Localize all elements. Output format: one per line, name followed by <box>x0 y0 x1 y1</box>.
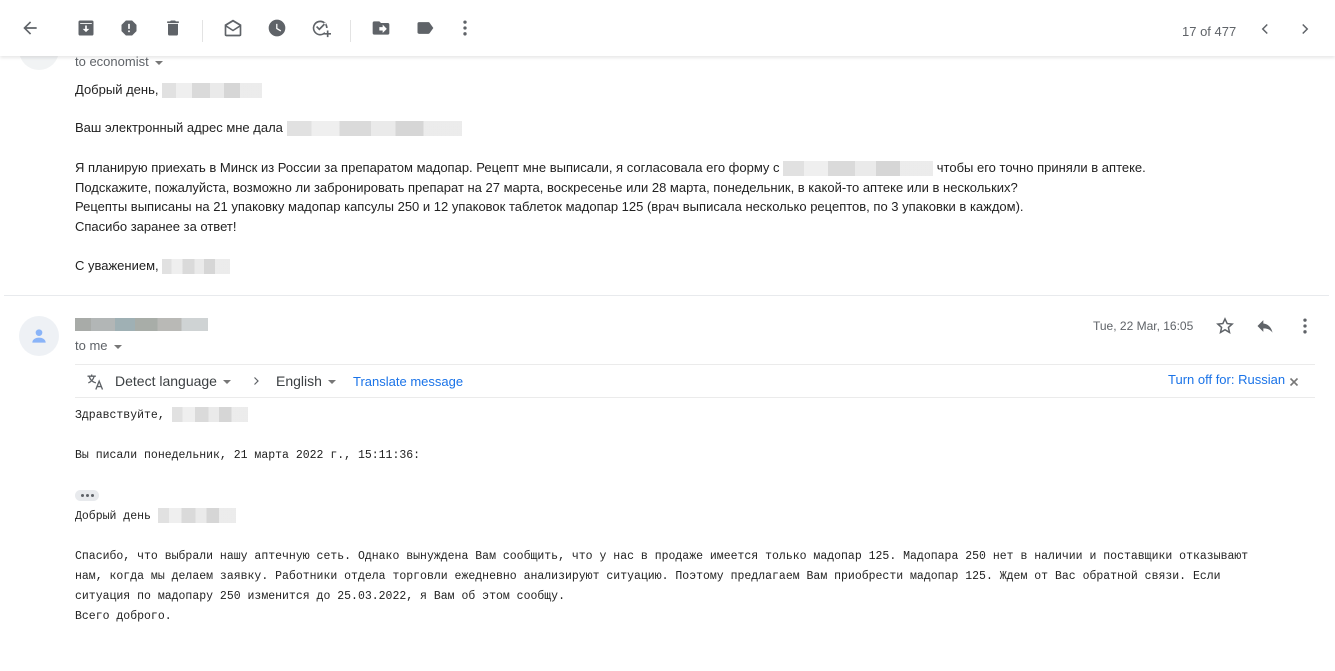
show-trimmed-content-button[interactable] <box>75 490 99 501</box>
redacted-name <box>171 407 248 423</box>
redacted-name <box>157 508 236 524</box>
move-to-button[interactable] <box>369 16 393 40</box>
more-vertical-icon <box>463 20 467 36</box>
archive-icon <box>78 20 94 36</box>
message1-paragraph: Я планирую приехать в Минск из России за… <box>75 160 1146 177</box>
redacted-source <box>286 121 462 137</box>
message2-body-line: ситуация по мадопару 250 изменится до 25… <box>75 590 565 603</box>
recipient-details-toggle[interactable]: to me <box>75 338 122 353</box>
source-language-select[interactable]: Detect language <box>115 373 231 389</box>
add-to-tasks-button[interactable] <box>309 16 333 40</box>
star-button[interactable] <box>1214 315 1236 337</box>
mark-unread-icon <box>224 19 242 37</box>
redacted-sender-name[interactable] <box>75 318 208 331</box>
report-spam-icon <box>121 20 137 36</box>
more-options-button[interactable] <box>453 16 477 40</box>
add-task-icon <box>312 20 331 38</box>
toolbar-divider <box>202 20 203 42</box>
recipient-line: to me <box>75 338 108 353</box>
target-language-select[interactable]: English <box>276 373 336 389</box>
older-button[interactable] <box>1296 20 1314 38</box>
back-button[interactable] <box>18 16 42 40</box>
message1-paragraph: Спасибо заранее за ответ! <box>75 219 237 234</box>
recipient-details-toggle[interactable]: to economist <box>75 54 163 69</box>
mark-unread-button[interactable] <box>221 16 245 40</box>
more-options-button[interactable] <box>1294 315 1316 337</box>
caret-down-icon <box>113 344 122 349</box>
report-spam-button[interactable] <box>117 16 141 40</box>
message2-greeting: Здравствуйте, <box>75 406 248 426</box>
dot <box>85 494 89 497</box>
close-icon[interactable] <box>1289 377 1299 387</box>
pagination-count: 17 of 477 <box>1182 24 1237 39</box>
more-vertical-icon <box>1303 318 1307 334</box>
sender-avatar[interactable] <box>19 316 59 356</box>
chevron-right-icon <box>254 377 259 385</box>
labels-button[interactable] <box>413 16 437 40</box>
caret-down-icon <box>154 60 163 65</box>
reply-button[interactable] <box>1254 315 1276 337</box>
message1-address-line: Ваш электронный адрес мне дала <box>75 118 462 138</box>
newer-button[interactable] <box>1256 20 1274 38</box>
caret-down-icon <box>222 380 231 385</box>
reply-icon <box>1257 320 1273 333</box>
archive-button[interactable] <box>74 16 98 40</box>
redacted-org <box>783 161 934 177</box>
message1-paragraph: Подскажите, пожалуйста, возможно ли забр… <box>75 180 1018 195</box>
turn-off-translation-link[interactable]: Turn off for: Russian <box>1168 372 1285 387</box>
dot <box>90 494 94 497</box>
label-icon <box>417 22 434 34</box>
toolbar-divider <box>350 20 351 42</box>
translate-message-link[interactable]: Translate message <box>353 374 463 389</box>
snooze-button[interactable] <box>265 16 289 40</box>
redacted-name <box>162 259 231 275</box>
translate-bar: Detect language English Translate messag… <box>75 364 1315 398</box>
message1-greeting: Добрый день, <box>75 80 263 100</box>
trash-icon <box>167 20 179 36</box>
caret-down-icon <box>327 380 336 385</box>
message1-paragraph: Рецепты выписаны на 21 упаковку мадопар … <box>75 199 1024 214</box>
redacted-name <box>162 83 263 99</box>
message2-body-line: нам, когда мы делаем заявку. Работники о… <box>75 570 1221 583</box>
arrow-left-icon <box>23 21 37 35</box>
clock-icon <box>268 19 286 37</box>
quote-header: Вы писали понедельник, 21 марта 2022 г.,… <box>75 449 421 462</box>
message-divider <box>4 295 1329 296</box>
dot <box>80 494 84 497</box>
message2-body-line: Спасибо, что выбрали нашу аптечную сеть.… <box>75 550 1249 563</box>
delete-button[interactable] <box>161 16 185 40</box>
message2-body-line: Всего доброго. <box>75 610 172 623</box>
person-icon <box>32 329 46 343</box>
move-to-folder-icon <box>372 21 390 35</box>
recipient-line: to economist <box>75 54 149 69</box>
message-date: Tue, 22 Mar, 16:05 <box>1093 319 1194 333</box>
star-icon <box>1216 317 1234 334</box>
chevron-left-icon <box>1261 23 1268 35</box>
translate-icon <box>87 374 104 390</box>
quoted-greeting: Добрый день <box>75 507 236 527</box>
chevron-right-icon <box>1302 23 1309 35</box>
message1-signoff: С уважением, <box>75 256 231 276</box>
toolbar: 17 of 477 <box>0 0 1335 56</box>
